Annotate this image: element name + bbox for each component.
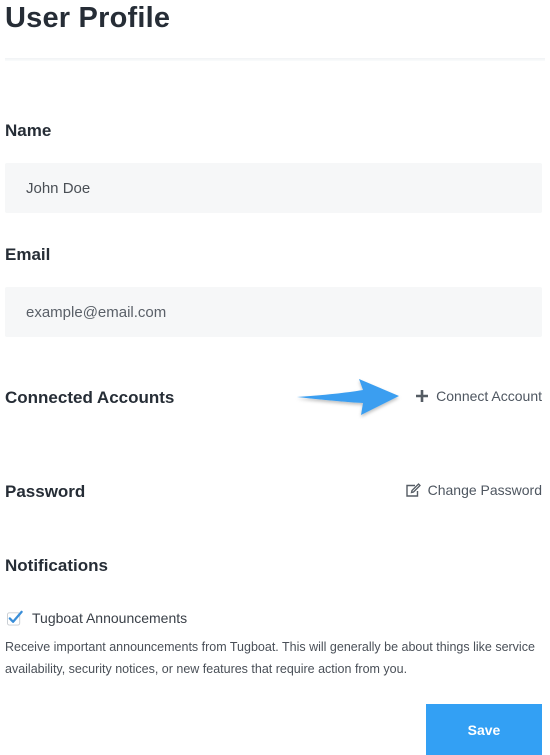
connected-accounts-label: Connected Accounts bbox=[5, 388, 175, 407]
announcements-option[interactable]: Tugboat Announcements bbox=[7, 610, 187, 626]
edit-icon bbox=[405, 482, 421, 498]
email-label: Email bbox=[5, 245, 51, 264]
page-title: User Profile bbox=[5, 2, 171, 34]
plus-icon bbox=[415, 389, 429, 403]
email-field[interactable] bbox=[5, 287, 542, 337]
connect-account-button[interactable]: Connect Account bbox=[415, 388, 542, 404]
name-field[interactable] bbox=[5, 163, 542, 213]
announcements-checkbox[interactable] bbox=[7, 610, 23, 626]
connect-account-label: Connect Account bbox=[436, 388, 542, 404]
notifications-label: Notifications bbox=[5, 556, 108, 575]
password-label: Password bbox=[5, 482, 86, 501]
checkmark-icon bbox=[7, 610, 23, 626]
announcements-label: Tugboat Announcements bbox=[32, 610, 188, 626]
title-divider bbox=[5, 58, 545, 61]
arrow-right-icon bbox=[297, 379, 399, 415]
save-button[interactable]: Save bbox=[426, 704, 542, 755]
change-password-button[interactable]: Change Password bbox=[405, 482, 542, 498]
name-label: Name bbox=[5, 121, 52, 140]
change-password-label: Change Password bbox=[427, 482, 542, 498]
announcements-description: Receive important announcements from Tug… bbox=[5, 640, 535, 676]
